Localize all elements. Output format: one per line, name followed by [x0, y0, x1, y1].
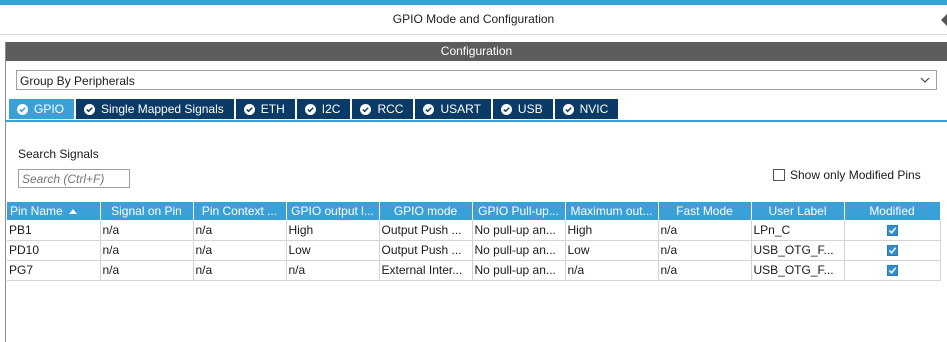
tab-label: Single Mapped Signals	[101, 102, 224, 116]
peripheral-tabs: GPIO Single Mapped Signals ETH I2C RCC U…	[9, 99, 620, 119]
group-by-select[interactable]: Group By Peripherals	[16, 70, 937, 90]
column-header-pull-up[interactable]: GPIO Pull-up...	[472, 202, 566, 220]
tab-label: USB	[517, 102, 543, 116]
cell-signal: n/a	[100, 220, 194, 241]
cell-pull: No pull-up an...	[472, 260, 566, 281]
collapse-arrow-icon[interactable]	[941, 14, 947, 26]
check-circle-icon	[423, 103, 435, 115]
tab-label: I2C	[321, 102, 341, 116]
cell-max: High	[565, 220, 659, 241]
tab-single-mapped-signals[interactable]: Single Mapped Signals	[76, 99, 234, 119]
sort-ascending-icon	[68, 209, 77, 215]
cell-modified	[844, 260, 941, 281]
check-circle-icon	[500, 103, 512, 115]
cell-signal: n/a	[100, 240, 194, 261]
configuration-panel: Configuration Group By Peripherals GPIO …	[5, 42, 947, 342]
cell-pull: No pull-up an...	[472, 240, 566, 261]
configuration-header: Configuration	[6, 42, 947, 61]
check-circle-icon	[243, 103, 255, 115]
configuration-body: Group By Peripherals GPIO Single Mapped …	[6, 61, 947, 342]
check-circle-icon	[304, 103, 316, 115]
cell-context: n/a	[193, 260, 287, 281]
cell-user-label: USB_OTG_F...	[751, 240, 845, 261]
tab-underline	[6, 120, 947, 122]
tab-label: ETH	[260, 102, 285, 116]
cell-pin: PD10	[7, 240, 101, 261]
column-header-pin-name[interactable]: Pin Name	[7, 202, 101, 220]
tab-nvic[interactable]: NVIC	[554, 99, 619, 119]
check-circle-icon	[17, 103, 28, 115]
search-input[interactable]	[18, 169, 130, 188]
column-header-max-output[interactable]: Maximum out...	[565, 202, 659, 220]
window-title: GPIO Mode and Configuration	[392, 12, 555, 26]
cell-fast: n/a	[658, 260, 752, 281]
tab-label: GPIO	[34, 102, 65, 116]
pin-table: Pin Name Signal on Pin Pin Context ... G…	[7, 202, 941, 281]
cell-context: n/a	[193, 220, 287, 241]
column-header-modified[interactable]: Modified	[844, 202, 941, 220]
cell-output: n/a	[286, 260, 380, 281]
column-header-signal[interactable]: Signal on Pin	[100, 202, 194, 220]
cell-pull: No pull-up an...	[472, 220, 566, 241]
show-only-modified-toggle[interactable]: Show only Modified Pins	[773, 168, 921, 182]
show-modified-label: Show only Modified Pins	[790, 168, 921, 182]
modified-checkbox[interactable]	[886, 245, 898, 257]
tab-label: USART	[440, 102, 481, 116]
modified-checkbox[interactable]	[886, 225, 898, 237]
check-circle-icon	[562, 103, 574, 115]
tab-usart[interactable]: USART	[415, 99, 491, 119]
cell-modified	[844, 220, 941, 241]
cell-fast: n/a	[658, 240, 752, 261]
cell-pin: PG7	[7, 260, 101, 281]
show-modified-checkbox[interactable]	[773, 169, 785, 181]
tab-usb[interactable]: USB	[492, 99, 553, 119]
tab-gpio[interactable]: GPIO	[9, 99, 75, 119]
cell-user-label: LPn_C	[751, 220, 845, 241]
column-header-output-level[interactable]: GPIO output l...	[286, 202, 380, 220]
table-header-row: Pin Name Signal on Pin Pin Context ... G…	[7, 202, 941, 220]
tab-label: NVIC	[579, 102, 609, 116]
check-circle-icon	[360, 103, 372, 115]
cell-mode: External Inter...	[379, 260, 473, 281]
cell-user-label: USB_OTG_F...	[751, 260, 845, 281]
cell-modified	[844, 240, 941, 261]
cell-mode: Output Push ...	[379, 240, 473, 261]
cell-max: Low	[565, 240, 659, 261]
table-row[interactable]: PD10 n/a n/a Low Output Push ... No pull…	[7, 240, 941, 261]
table-row[interactable]: PB1 n/a n/a High Output Push ... No pull…	[7, 220, 941, 241]
modified-checkbox[interactable]	[886, 265, 898, 277]
column-header-user-label[interactable]: User Label	[751, 202, 845, 220]
title-area: GPIO Mode and Configuration	[0, 5, 947, 35]
cell-output: Low	[286, 240, 380, 261]
cell-output: High	[286, 220, 380, 241]
chevron-down-icon	[920, 77, 930, 83]
cell-context: n/a	[193, 240, 287, 261]
cell-max: n/a	[565, 260, 659, 281]
cell-fast: n/a	[658, 220, 752, 241]
column-header-gpio-mode[interactable]: GPIO mode	[379, 202, 473, 220]
search-signals-label: Search Signals	[18, 147, 99, 161]
table-row[interactable]: PG7 n/a n/a n/a External Inter... No pul…	[7, 260, 941, 281]
tab-i2c[interactable]: I2C	[296, 99, 351, 119]
tab-eth[interactable]: ETH	[235, 99, 295, 119]
check-circle-icon	[84, 103, 96, 115]
cell-mode: Output Push ...	[379, 220, 473, 241]
tab-label: RCC	[377, 102, 404, 116]
column-header-fast-mode[interactable]: Fast Mode	[658, 202, 752, 220]
tab-rcc[interactable]: RCC	[352, 99, 414, 119]
group-by-value: Group By Peripherals	[20, 74, 135, 88]
column-header-context[interactable]: Pin Context ...	[193, 202, 287, 220]
cell-pin: PB1	[7, 220, 101, 241]
cell-signal: n/a	[100, 260, 194, 281]
